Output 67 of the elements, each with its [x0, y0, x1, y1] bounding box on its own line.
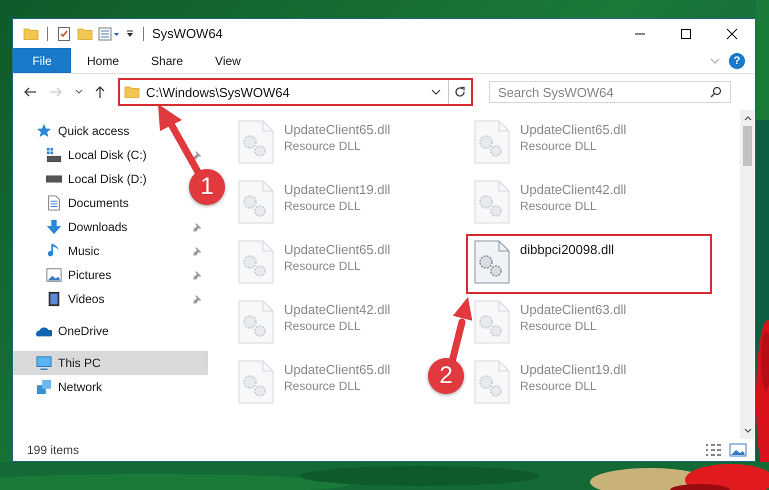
file-name: UpdateClient19.dll	[284, 182, 390, 197]
folder-icon[interactable]	[23, 26, 39, 42]
file-type: Resource DLL	[520, 199, 598, 213]
scrollbar[interactable]	[740, 110, 755, 439]
file-name: UpdateClient65.dll	[284, 242, 390, 257]
nav-item[interactable]: Pictures	[13, 263, 173, 287]
address-field[interactable]: C:\Windows\SysWOW64	[120, 80, 449, 104]
network-icon	[36, 379, 52, 395]
file-type: Resource DLL	[284, 319, 362, 333]
customize-caret-icon[interactable]	[125, 28, 135, 38]
nav-item[interactable]: Local Disk (C:)	[13, 143, 173, 167]
videos-icon	[46, 291, 62, 307]
file-name: UpdateClient65.dll	[520, 122, 626, 137]
search-box[interactable]: Search SysWOW64	[489, 81, 731, 103]
file-name: UpdateClient63.dll	[520, 302, 626, 317]
pin-icon[interactable]	[192, 222, 202, 232]
ribbon-tab[interactable]: Share	[135, 48, 200, 73]
system-drive-icon	[46, 147, 62, 163]
file-name: UpdateClient19.dll	[520, 362, 626, 377]
file-name: dibbpci20098.dll	[520, 242, 614, 257]
pictures-icon	[46, 267, 62, 283]
dll-file-icon[interactable]	[474, 240, 510, 284]
pin-icon[interactable]	[192, 246, 202, 256]
nav-item[interactable]: Documents	[13, 191, 173, 215]
checklist-icon[interactable]	[56, 26, 72, 42]
file-type: Resource DLL	[520, 379, 598, 393]
file-type: Resource DLL	[520, 139, 598, 153]
pin-icon[interactable]	[192, 270, 202, 280]
file-name: UpdateClient65.dll	[284, 122, 390, 137]
pc-icon	[36, 355, 52, 371]
nav-item[interactable]: OneDrive	[13, 319, 115, 343]
nav-item[interactable]: Downloads	[13, 215, 173, 239]
close-icon	[726, 28, 738, 40]
pin-icon[interactable]	[192, 294, 202, 304]
search-icon[interactable]	[710, 86, 722, 98]
file-type: Resource DLL	[284, 199, 362, 213]
folder-icon[interactable]	[77, 26, 93, 42]
ribbon-tab[interactable]: Home	[71, 48, 136, 73]
ribbon-tab[interactable]: View	[199, 48, 257, 73]
refresh-icon	[453, 85, 467, 99]
file-type: Resource DLL	[284, 259, 362, 273]
help-button[interactable]: ?	[729, 52, 745, 68]
file-type: Resource DLL	[284, 379, 362, 393]
scroll-thumb[interactable]	[743, 126, 752, 166]
file-type: Resource DLL	[284, 139, 362, 153]
nav-item[interactable]: Network	[13, 375, 108, 399]
star-icon	[36, 123, 52, 139]
nav-item[interactable]: Quick access	[13, 119, 136, 143]
pin-icon[interactable]	[192, 150, 202, 160]
documents-icon	[46, 195, 62, 211]
properties-icon[interactable]	[98, 26, 120, 42]
large-icons-view-icon[interactable]	[729, 443, 747, 457]
file-name: UpdateClient65.dll	[284, 362, 390, 377]
maximize-icon	[680, 28, 692, 40]
item-count: 199 items	[27, 443, 80, 457]
window-title: SysWOW64	[152, 26, 223, 41]
details-view-icon[interactable]	[705, 443, 723, 457]
nav-item[interactable]: Music	[13, 239, 173, 263]
file-name: UpdateClient42.dll	[284, 302, 390, 317]
downloads-icon	[46, 219, 62, 235]
folder-icon	[124, 84, 140, 100]
nav-item[interactable]: Local Disk (D:)	[13, 167, 173, 191]
nav-item[interactable]: This PC	[13, 351, 208, 375]
nav-item[interactable]: Videos	[13, 287, 173, 311]
file-type: Resource DLL	[520, 319, 598, 333]
file-name: UpdateClient42.dll	[520, 182, 626, 197]
file-tab[interactable]: File	[13, 48, 71, 73]
